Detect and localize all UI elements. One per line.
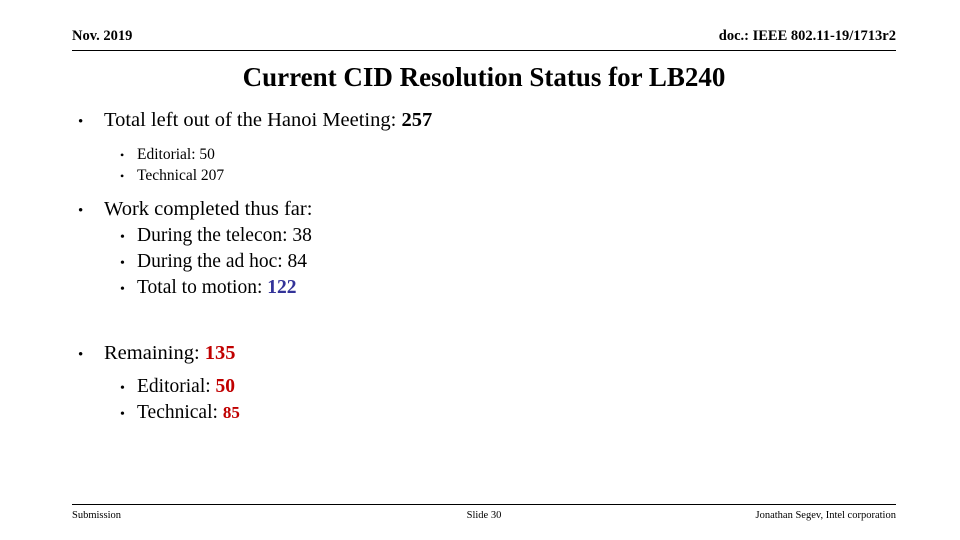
slide-body: • Total left out of the Hanoi Meeting: 2… xyxy=(60,107,900,427)
bullet-dot-icon: • xyxy=(78,347,84,364)
footer-submission-label: Submission xyxy=(72,510,122,521)
bullet-dot-icon: • xyxy=(120,380,125,396)
bullet-technical-remaining-value: 85 xyxy=(222,403,240,423)
bullet-remaining-value: 135 xyxy=(204,342,236,365)
slide-header: Nov. 2019 doc.: IEEE 802.11-19/1713r2 xyxy=(72,27,896,51)
bullet-editorial-remaining-value: 50 xyxy=(215,375,236,397)
bullet-technical-hanoi: • Technical 207 xyxy=(120,165,900,186)
bullet-dot-icon: • xyxy=(120,281,125,297)
footer-divider xyxy=(72,504,896,505)
bullet-dot-icon: • xyxy=(120,230,125,246)
bullet-editorial-hanoi-label: Editorial: 50 xyxy=(137,146,215,164)
header-doc-id: doc.: IEEE 802.11-19/1713r2 xyxy=(718,28,896,44)
footer-slide-number: Slide 30 xyxy=(466,510,502,521)
bullet-technical-remaining-text: Technical: 85 xyxy=(137,400,240,427)
bullet-total-to-motion-text: Total to motion: 122 xyxy=(137,275,297,301)
bullet-total-to-motion: • Total to motion: 122 xyxy=(120,275,900,301)
bullet-work-completed-label: Work completed thus far: xyxy=(104,198,313,221)
bullet-editorial-remaining: • Editorial: 50 xyxy=(120,374,900,401)
bullet-remaining-text: Remaining: 135 xyxy=(104,340,236,367)
bullet-technical-hanoi-label: Technical 207 xyxy=(137,167,225,185)
header-date: Nov. 2019 xyxy=(72,28,133,44)
bullet-during-telecon: • During the telecon: 38 xyxy=(120,223,900,249)
footer-author: Jonathan Segev, Intel corporation xyxy=(755,510,896,521)
bullet-dot-icon: • xyxy=(78,203,84,220)
bullet-dot-icon: • xyxy=(78,114,84,130)
bullet-dot-icon: • xyxy=(120,407,125,423)
bullet-total-left-out: • Total left out of the Hanoi Meeting: 2… xyxy=(78,107,900,134)
bullet-technical-remaining: • Technical: 85 xyxy=(120,400,900,427)
slide-footer: Submission Slide 30 Jonathan Segev, Inte… xyxy=(72,509,896,523)
bullet-technical-remaining-label: Technical: xyxy=(137,402,223,424)
bullet-dot-icon: • xyxy=(120,148,125,163)
bullet-dot-icon: • xyxy=(120,169,125,184)
header-divider xyxy=(72,50,896,51)
bullet-work-completed: • Work completed thus far: xyxy=(78,196,900,223)
bullet-editorial-remaining-text: Editorial: 50 xyxy=(137,374,235,401)
bullet-total-to-motion-value: 122 xyxy=(267,276,297,298)
bullet-dot-icon: • xyxy=(120,255,125,271)
bullet-remaining: • Remaining: 135 xyxy=(78,340,900,367)
bullet-during-adhoc-label: During the ad hoc: 84 xyxy=(137,250,308,272)
bullet-total-to-motion-label: Total to motion: xyxy=(137,276,268,298)
bullet-editorial-hanoi: • Editorial: 50 xyxy=(120,144,900,165)
bullet-during-telecon-label: During the telecon: 38 xyxy=(137,225,312,247)
bullet-total-left-out-text: Total left out of the Hanoi Meeting: 257 xyxy=(104,107,432,134)
bullet-total-left-out-value: 257 xyxy=(401,109,433,131)
slide: Nov. 2019 doc.: IEEE 802.11-19/1713r2 Cu… xyxy=(0,0,960,540)
bullet-total-left-out-label: Total left out of the Hanoi Meeting: xyxy=(104,109,402,131)
bullet-remaining-label: Remaining: xyxy=(104,342,205,365)
bullet-during-adhoc: • During the ad hoc: 84 xyxy=(120,249,900,275)
page-title: Current CID Resolution Status for LB240 xyxy=(242,62,726,92)
bullet-editorial-remaining-label: Editorial: xyxy=(137,375,216,397)
